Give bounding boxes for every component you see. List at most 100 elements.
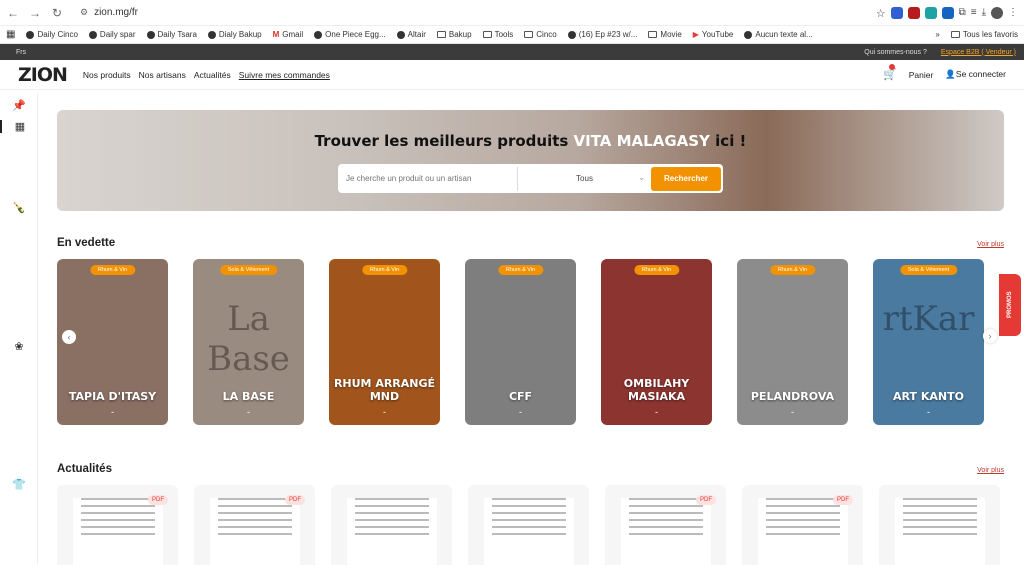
bookmark[interactable]: Dialy Bakup xyxy=(207,30,262,39)
news-card[interactable]: PDF xyxy=(194,485,315,565)
menu-item-orders[interactable]: Suivre mes commandes xyxy=(239,70,330,80)
bookmarks-bar: ▦ Daily Cinco Daily spar Daily Tsara Dia… xyxy=(0,26,1024,44)
category-select[interactable]: Tous ⌄ xyxy=(518,173,651,183)
text-line xyxy=(491,505,566,507)
bookmark[interactable]: Bakup xyxy=(436,30,472,39)
text-line xyxy=(902,519,977,521)
bookmark[interactable]: (16) Ep #23 w/... xyxy=(567,30,637,39)
hero-title-suffix: ici ! xyxy=(709,132,747,150)
featured-card[interactable]: Rhum & Vin PELANDROVA - xyxy=(737,259,848,425)
star-icon[interactable]: ☆ xyxy=(876,7,886,20)
news-card[interactable]: PDF xyxy=(57,485,178,565)
apps-icon[interactable]: ▦ xyxy=(6,29,15,40)
shirt-icon[interactable]: 👕 xyxy=(0,478,38,491)
search-button[interactable]: Rechercher xyxy=(651,166,721,191)
news-card[interactable] xyxy=(331,485,452,565)
featured-card[interactable]: rtKar Sola & Vêtement ART KANTO - xyxy=(873,259,984,425)
search-input[interactable] xyxy=(340,166,518,191)
featured-card[interactable]: La Base Sola & Vêtement LA BASE - xyxy=(193,259,304,425)
text-line xyxy=(628,526,703,528)
text-line xyxy=(765,512,840,514)
bottle-icon[interactable]: 🍾 xyxy=(0,201,38,214)
logo[interactable]: ZION xyxy=(18,64,68,86)
card-name: OMBILAHY MASIAKA xyxy=(623,377,690,403)
puzzle-icon[interactable]: ⧉ xyxy=(959,7,966,19)
more-bookmarks-button[interactable]: » xyxy=(935,30,939,39)
forward-icon[interactable]: → xyxy=(28,6,42,20)
menu-item-products[interactable]: Nos produits xyxy=(83,70,131,80)
carousel-next-button[interactable]: › xyxy=(983,329,997,343)
extension-icon[interactable] xyxy=(890,6,903,19)
featured-card[interactable]: Rhum & Vin RHUM ARRANGÉ MND - xyxy=(329,259,440,425)
extension-icon[interactable] xyxy=(924,6,937,19)
reload-icon[interactable]: ↻ xyxy=(50,6,64,20)
extension-icon[interactable] xyxy=(907,6,920,19)
menu-icon[interactable]: ⋮ xyxy=(1008,7,1018,19)
news-card[interactable] xyxy=(879,485,1000,565)
browser-toolbar: ← → ↻ ⚙ zion.mg/fr ☆ ⧉ ≡ ⤓ ⋮ xyxy=(0,0,1024,26)
all-bookmarks[interactable]: Tous les favoris xyxy=(950,30,1018,39)
folder-icon xyxy=(524,31,534,38)
hero-title: Trouver les meilleurs produits VITA MALA… xyxy=(57,132,1004,150)
media-icon[interactable]: ≡ xyxy=(971,7,977,19)
pin-icon[interactable]: 📌 xyxy=(0,99,38,112)
bookmark[interactable]: Daily Tsara xyxy=(146,30,197,39)
news-card[interactable]: PDF xyxy=(605,485,726,565)
bookmark[interactable]: Daily Cinco xyxy=(26,30,78,39)
news-see-more[interactable]: Voir plus xyxy=(977,467,1004,474)
news-thumbnail xyxy=(72,498,163,565)
promos-tab[interactable]: PROMOS xyxy=(999,274,1021,336)
extension-icon[interactable] xyxy=(941,6,954,19)
bookmark[interactable]: ▶ YouTube xyxy=(693,30,734,39)
grid-icon[interactable]: ▦ xyxy=(0,120,38,133)
login-link[interactable]: 👤Se connecter xyxy=(945,69,1006,80)
text-line xyxy=(491,526,566,528)
text-line xyxy=(80,533,155,535)
menu-item-news[interactable]: Actualités xyxy=(194,70,231,80)
cart-link[interactable]: Panier xyxy=(909,70,934,80)
card-name: TAPIA D'ITASY xyxy=(68,390,157,403)
menu-item-artisans[interactable]: Nos artisans xyxy=(139,70,186,80)
text-line xyxy=(902,512,977,514)
news-card[interactable]: PDF xyxy=(742,485,863,565)
about-link[interactable]: Qui sommes-nous ? xyxy=(864,49,927,56)
featured-see-more[interactable]: Voir plus xyxy=(977,241,1004,248)
back-icon[interactable]: ← xyxy=(6,6,20,20)
text-line xyxy=(354,519,429,521)
text-line xyxy=(902,533,977,535)
bookmark-label: Daily Tsara xyxy=(157,30,197,39)
text-line xyxy=(765,519,840,521)
news-card[interactable] xyxy=(468,485,589,565)
featured-card[interactable]: Rhum & Vin CFF - xyxy=(465,259,576,425)
avatar[interactable] xyxy=(991,6,1003,19)
bookmark[interactable]: Tools xyxy=(482,30,513,39)
hero-banner: Trouver les meilleurs produits VITA MALA… xyxy=(57,110,1004,211)
text-line xyxy=(765,505,840,507)
bookmark[interactable]: M Gmail xyxy=(273,30,304,39)
download-icon[interactable]: ⤓ xyxy=(982,7,986,19)
news-header: Actualités Voir plus xyxy=(57,463,1004,475)
bookmark[interactable]: Cinco xyxy=(524,30,557,39)
category-tag: Sola & Vêtement xyxy=(899,265,958,275)
language-selector[interactable]: Frs xyxy=(16,49,26,56)
card-subtitle: - xyxy=(111,407,114,417)
news-list: PDF PDF PDF PDF xyxy=(57,485,1004,565)
card-subtitle: - xyxy=(519,407,522,417)
cart-icon[interactable]: 🛒 xyxy=(883,64,897,81)
bookmark[interactable]: One Piece Egg... xyxy=(314,30,386,39)
lotus-icon[interactable]: ❀ xyxy=(0,340,38,353)
b2b-link[interactable]: Espace B2B ( Vendeur ) xyxy=(941,49,1016,56)
bookmark[interactable]: Aucun texte al... xyxy=(744,30,813,39)
address-bar[interactable]: ⚙ zion.mg/fr xyxy=(72,3,868,23)
pdf-badge: PDF xyxy=(285,495,305,505)
cart-badge xyxy=(889,64,896,70)
extensions: ☆ ⧉ ≡ ⤓ ⋮ xyxy=(876,6,1018,20)
featured-card[interactable]: Rhum & Vin OMBILAHY MASIAKA - xyxy=(601,259,712,425)
card-subtitle: - xyxy=(655,407,658,417)
bookmark[interactable]: Daily spar xyxy=(88,30,136,39)
bookmark[interactable]: Movie xyxy=(648,30,682,39)
bookmark[interactable]: Altair xyxy=(396,30,426,39)
card-name: RHUM ARRANGÉ MND xyxy=(333,377,436,403)
site-info-icon[interactable]: ⚙ xyxy=(80,7,88,18)
carousel-prev-button[interactable]: ‹ xyxy=(62,330,76,344)
